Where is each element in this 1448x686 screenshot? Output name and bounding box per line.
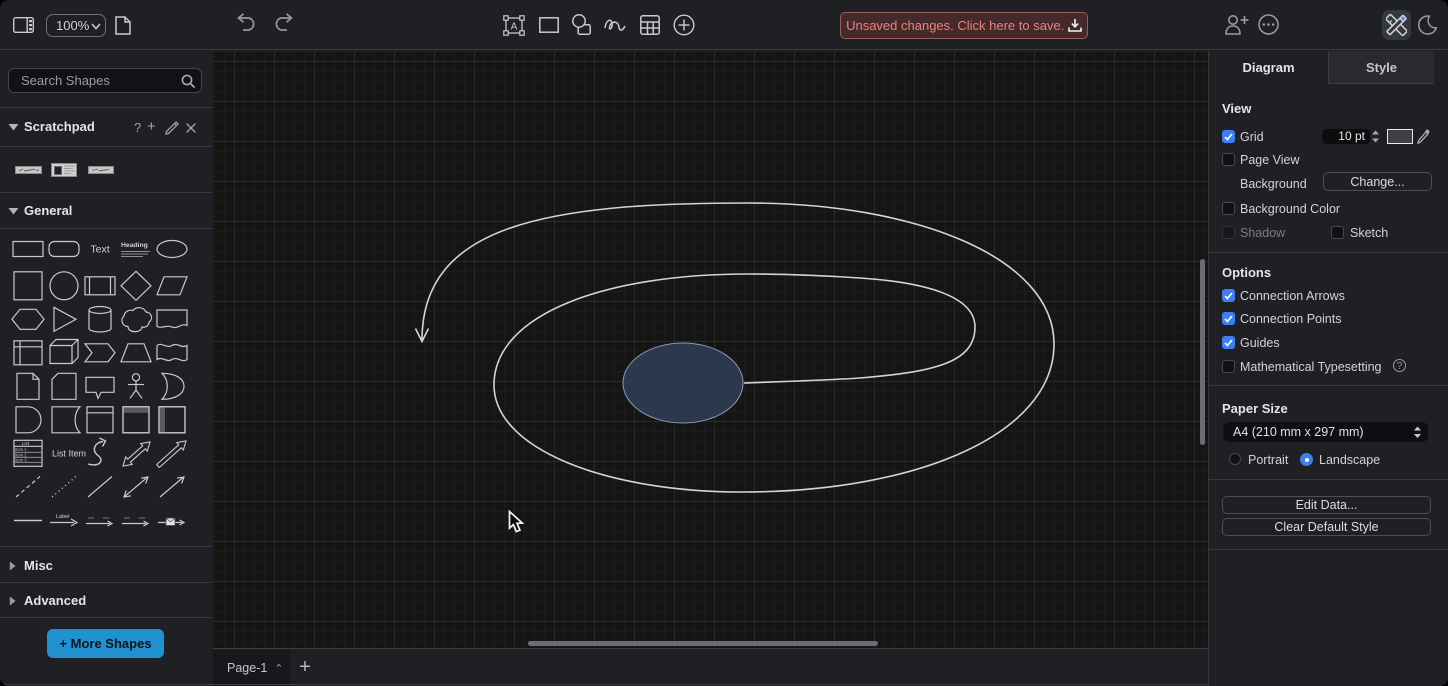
svg-text:A: A bbox=[511, 22, 518, 33]
svg-text:List Item: List Item bbox=[52, 449, 86, 459]
svg-text:Label: Label bbox=[56, 514, 69, 520]
svg-text:Heading: Heading bbox=[121, 242, 148, 249]
svg-text:Item 3: Item 3 bbox=[15, 458, 27, 463]
svg-text:List: List bbox=[22, 441, 30, 446]
svg-text:Item 1: Item 1 bbox=[15, 447, 27, 452]
svg-text:Text: Text bbox=[90, 244, 109, 256]
